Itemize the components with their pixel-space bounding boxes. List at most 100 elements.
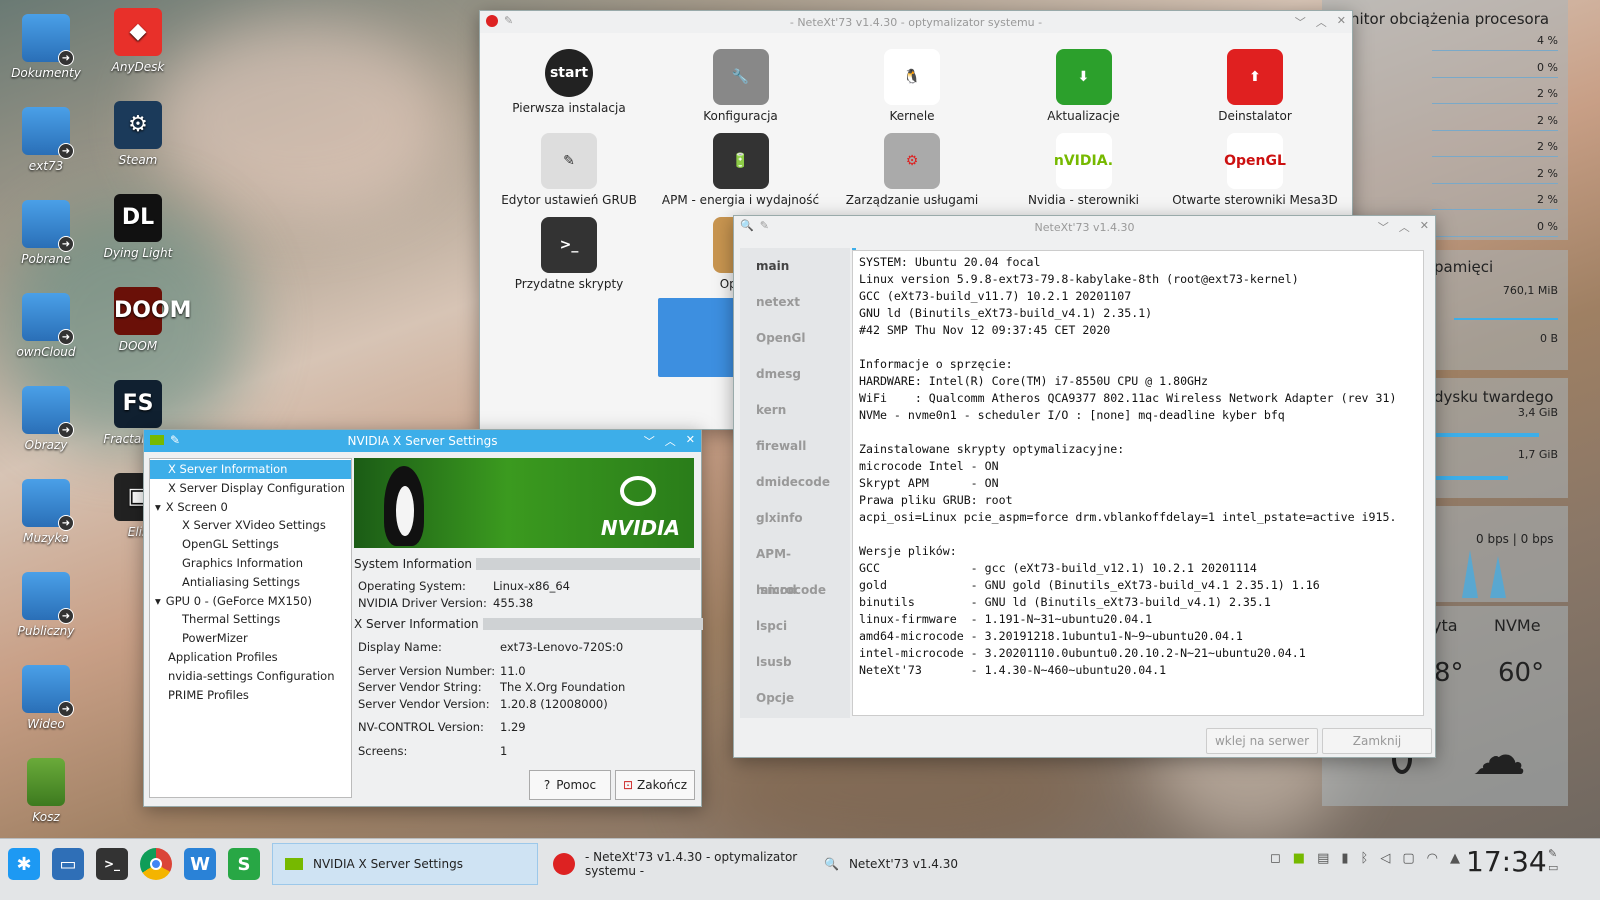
terminal-launcher[interactable]: >_ [96, 843, 128, 885]
sidebar-item-lsmod[interactable]: lsmod [740, 572, 850, 608]
tile-10[interactable]: >_ Przydatne skrypty [484, 217, 654, 291]
close-icon[interactable]: ✕ [1337, 14, 1346, 30]
minimize-icon[interactable]: ﹀ [1295, 14, 1306, 30]
netext-output-panel[interactable]: SYSTEM: Ubuntu 20.04 focal Linux version … [852, 250, 1424, 716]
show-desktop-icons[interactable]: ✎ ▭ [1548, 847, 1558, 875]
sidebar-item-opengl[interactable]: OpenGl [740, 320, 850, 356]
tile-6[interactable]: 🔋 APM - energia i wydajność [656, 133, 826, 207]
spreadsheet-launcher[interactable]: S [228, 843, 260, 885]
desktop-icon-8[interactable]: Kosz [6, 758, 86, 824]
tile-5[interactable]: ✎ Edytor ustawień GRUB [484, 133, 654, 207]
sidebar-item-main[interactable]: main [740, 248, 850, 284]
wifi-icon[interactable]: ◠ [1427, 851, 1438, 866]
desktop-icon-7[interactable]: ➜ Wideo [6, 665, 86, 731]
tile-9[interactable]: OpenGL Otwarte sterowniki Mesa3D [1170, 133, 1340, 207]
tile-8[interactable]: nVIDIA. Nvidia - sterowniki [999, 133, 1169, 207]
tile-3[interactable]: ⬇ Aktualizacje [999, 49, 1169, 123]
notifications-icon[interactable]: ◻ [1270, 851, 1281, 866]
desktop-icon-5[interactable]: ➜ Muzyka [6, 479, 86, 545]
cpu-core-value: 2 % [1537, 87, 1558, 100]
writer-launcher[interactable]: W [184, 843, 216, 885]
tree-item[interactable]: X Server Information [150, 460, 351, 479]
cpu-core-value: 0 % [1537, 60, 1558, 74]
tree-item[interactable]: ▾ X Screen 0 [150, 498, 351, 517]
help-button[interactable]: ? Pomoc [529, 770, 611, 800]
close-button[interactable]: Zamknij [1322, 728, 1432, 754]
lock-icon[interactable]: ▢ [1402, 851, 1414, 866]
folder-icon: ➜ [22, 479, 74, 531]
tile-icon: nVIDIA. [1054, 133, 1113, 189]
tree-item[interactable]: Application Profiles [150, 648, 351, 667]
desktop-icon-4[interactable]: ➜ Obrazy [6, 386, 86, 452]
battery-icon[interactable]: ▮ [1341, 851, 1348, 866]
tile-4[interactable]: ⬆ Deinstalator [1170, 49, 1340, 123]
sidebar-item-kern[interactable]: kern [740, 392, 850, 428]
task-nvidia[interactable]: NVIDIA X Server Settings [272, 843, 538, 885]
net-up: 0 bps [1520, 532, 1554, 546]
clipboard-icon[interactable]: ▤ [1317, 851, 1329, 866]
tree-item[interactable]: nvidia-settings Configuration [150, 667, 351, 686]
bluetooth-icon[interactable]: ᛒ [1361, 851, 1369, 866]
chrome-launcher[interactable] [140, 843, 172, 885]
close-icon[interactable]: ✕ [686, 433, 695, 449]
tile-0[interactable]: start Pierwsza instalacja [484, 49, 654, 115]
sidebar-item-dmidecode[interactable]: dmidecode [740, 464, 850, 500]
desktop-shortcut-1[interactable]: ⚙ Steam [98, 101, 178, 167]
paste-to-server-button[interactable]: wklej na serwer [1206, 728, 1318, 754]
minimize-icon[interactable]: ﹀ [1378, 219, 1389, 235]
tree-item[interactable]: OpenGL Settings [150, 535, 351, 554]
tree-item[interactable]: PRIME Profiles [150, 686, 351, 705]
tile-2[interactable]: 🐧 Kernele [827, 49, 997, 123]
minimize-icon[interactable]: ﹀ [644, 433, 655, 449]
tray-expand-icon[interactable]: ▲ [1450, 851, 1460, 866]
tree-item[interactable]: Thermal Settings [150, 610, 351, 629]
tile-7[interactable]: ⚙ Zarządzanie usługami [827, 133, 997, 207]
clock[interactable]: 17:34 [1466, 845, 1547, 878]
pin-icon[interactable]: ✎ [504, 14, 513, 27]
optimizer-titlebar[interactable]: ✎ - NeteXt'73 v1.4.30 - optymalizator sy… [480, 11, 1352, 33]
sidebar-item-netext[interactable]: netext [740, 284, 850, 320]
kde-menu-button[interactable]: ✱ [8, 843, 40, 885]
nvidia-titlebar[interactable]: ✎ NVIDIA X Server Settings ﹀ ︿ ✕ [144, 430, 701, 452]
close-icon[interactable]: ✕ [1420, 219, 1429, 235]
netext-titlebar[interactable]: 🔍 ✎ NeteXt'73 v1.4.30 ﹀ ︿ ✕ [734, 216, 1435, 238]
desktop-icon-1[interactable]: ➜ ext73 [6, 107, 86, 173]
desktop-icon-2[interactable]: ➜ Pobrane [6, 200, 86, 266]
volume-icon[interactable]: ◁ [1380, 851, 1390, 866]
desktop-shortcut-2[interactable]: DL Dying Light [98, 194, 178, 260]
sidebar-item-dmesg[interactable]: dmesg [740, 356, 850, 392]
maximize-icon[interactable]: ︿ [665, 433, 676, 449]
sidebar-item-glxinfo[interactable]: glxinfo [740, 500, 850, 536]
tree-item[interactable]: Antialiasing Settings [150, 573, 351, 592]
pin-icon[interactable]: ✎ [760, 219, 769, 232]
sidebar-item-lspci[interactable]: lspci [740, 608, 850, 644]
chevron-down-icon[interactable]: ▾ [155, 594, 161, 608]
sidebar-item-lsusb[interactable]: lsusb [740, 644, 850, 680]
maximize-icon[interactable]: ︿ [1316, 14, 1327, 30]
cpu-core-value: 2 % [1537, 113, 1558, 127]
sidebar-item-opcje[interactable]: Opcje [740, 680, 850, 716]
tree-item[interactable]: PowerMizer [150, 629, 351, 648]
maximize-icon[interactable]: ︿ [1399, 219, 1410, 235]
sidebar-item-apm-microcode[interactable]: APM-microcode [740, 536, 850, 597]
file-manager-launcher[interactable]: ▭ [52, 843, 84, 885]
memory-bar [1454, 318, 1558, 320]
pin-icon[interactable]: ✎ [170, 433, 180, 447]
tree-item[interactable]: X Server Display Configuration [150, 479, 351, 498]
nvidia-tray-icon[interactable]: ■ [1293, 851, 1305, 866]
desktop-shortcut-0[interactable]: ◆ AnyDesk [98, 8, 178, 74]
task-optimizer[interactable]: - NeteXt'73 v1.4.30 - optymalizator syst… [543, 843, 809, 885]
task-netext[interactable]: 🔍 NeteXt'73 v1.4.30 [814, 843, 1080, 885]
desktop-icon-6[interactable]: ➜ Publiczny [6, 572, 86, 638]
sidebar-item-firewall[interactable]: firewall [740, 428, 850, 464]
tile-1[interactable]: 🔧 Konfiguracja [656, 49, 826, 123]
desktop-icon-3[interactable]: ➜ ownCloud [6, 293, 86, 359]
desktop-shortcut-3[interactable]: DOOM DOOM [98, 287, 192, 353]
selected-tile-highlight[interactable] [658, 298, 738, 377]
desktop-icon-0[interactable]: ➜ Dokumenty [6, 14, 86, 80]
quit-button[interactable]: ⊡ Zakończ [615, 770, 695, 800]
tree-item[interactable]: ▾ GPU 0 - (GeForce MX150) [150, 592, 351, 611]
tree-item[interactable]: Graphics Information [150, 554, 351, 573]
tree-item[interactable]: X Server XVideo Settings [150, 516, 351, 535]
chevron-down-icon[interactable]: ▾ [155, 500, 161, 514]
